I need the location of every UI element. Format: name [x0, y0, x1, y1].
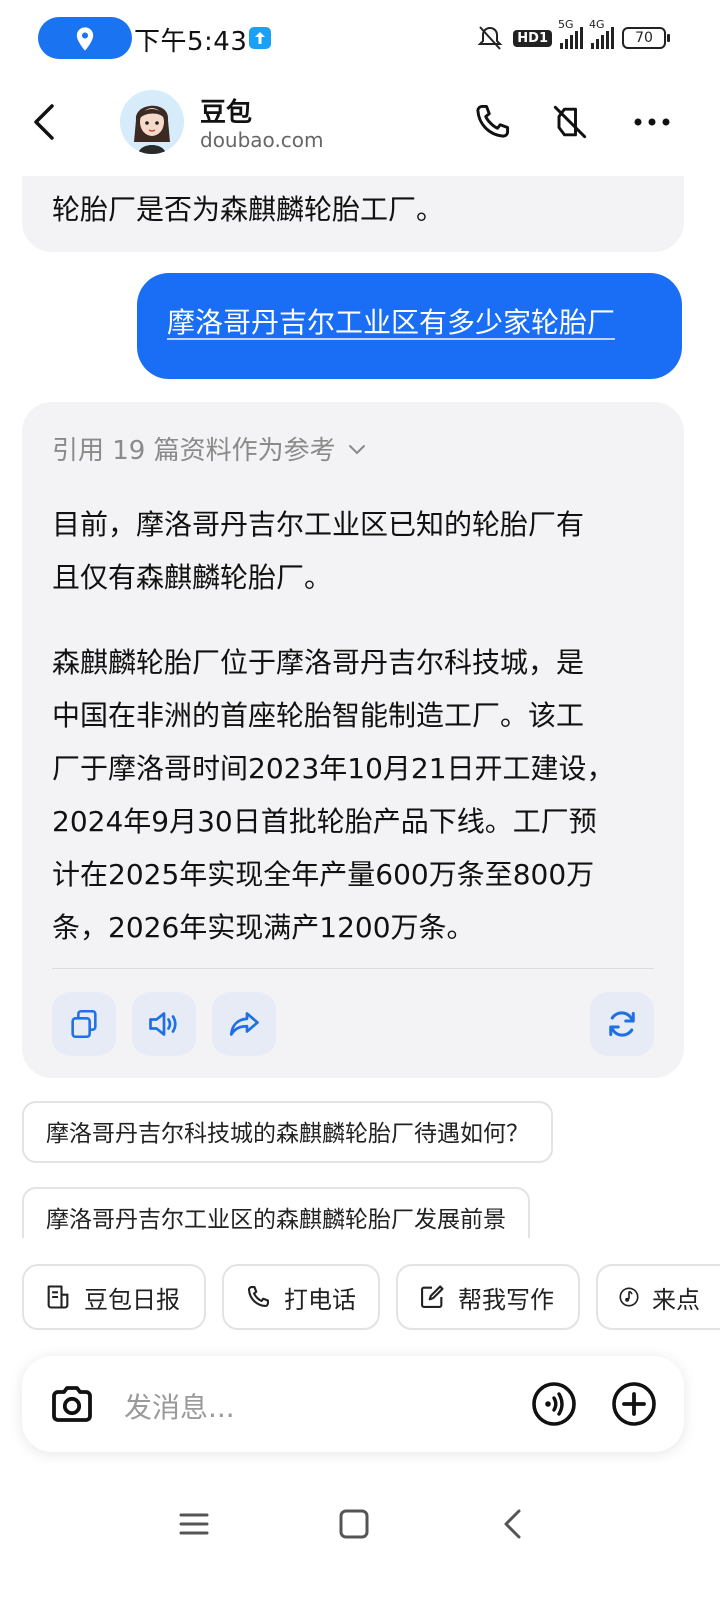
chip-label: 帮我写作 [458, 1285, 554, 1314]
clock: 下午5:43 [134, 27, 248, 57]
bot-domain: doubao.com [200, 128, 324, 152]
avatar[interactable] [120, 90, 184, 154]
read-aloud-button[interactable] [132, 992, 196, 1056]
answer-line: 条，2026年实现满产1200万条。 [52, 911, 475, 944]
chip-label: 豆包日报 [84, 1285, 180, 1314]
back-button[interactable] [28, 100, 64, 144]
regenerate-button[interactable] [590, 992, 654, 1056]
battery-indicator: 70 [622, 27, 670, 49]
speaker-muted-icon [553, 105, 587, 139]
chip-label: 打电话 [284, 1285, 356, 1314]
newspaper-icon [47, 1285, 69, 1309]
copy-button[interactable] [52, 992, 116, 1056]
mute-button[interactable] [548, 100, 592, 144]
chip-music[interactable]: 来点 [596, 1264, 720, 1330]
menu-nav-button[interactable] [174, 1504, 214, 1544]
answer-line: 2024年9月30日首批轮胎产品下线。工厂预 [52, 805, 597, 838]
phone-icon [247, 1286, 269, 1308]
back-nav-button[interactable] [494, 1504, 534, 1544]
voice-button[interactable] [530, 1380, 578, 1428]
call-button[interactable] [470, 100, 514, 144]
camera-icon [52, 1386, 92, 1422]
message-input-bar: 发消息... [22, 1356, 684, 1452]
upload-arrow-icon [249, 27, 271, 49]
answer-line: 目前，摩洛哥丹吉尔工业区已知的轮胎厂有 [52, 508, 585, 541]
share-arrow-icon [229, 1012, 259, 1036]
voice-wave-icon [532, 1382, 576, 1426]
refresh-icon [609, 1011, 635, 1037]
camera-button[interactable] [48, 1380, 96, 1428]
add-button[interactable] [610, 1380, 658, 1428]
signal-5g-icon: 5G [558, 18, 583, 49]
chip-help-write[interactable]: 帮我写作 [396, 1264, 580, 1330]
share-button[interactable] [212, 992, 276, 1056]
references-label: 引用 19 篇资料作为参考 [52, 436, 336, 466]
square-home-icon [339, 1509, 369, 1539]
home-nav-button[interactable] [334, 1504, 374, 1544]
more-horizontal-icon [634, 118, 670, 126]
suggested-question[interactable]: 摩洛哥丹吉尔科技城的森麒麟轮胎厂待遇如何？ [22, 1101, 553, 1163]
answer-line: 厂于摩洛哥时间2023年10月21日开工建设， [52, 752, 615, 785]
copy-icon [71, 1009, 97, 1039]
system-navigation-bar [0, 1480, 720, 1580]
chevron-left-icon [504, 1509, 521, 1539]
signal-4g-icon: 4G [589, 18, 614, 49]
message-input[interactable]: 发消息... [124, 1386, 235, 1426]
speaker-icon [149, 1012, 177, 1036]
divider [52, 968, 654, 969]
answer-line: 计在2025年实现全年产量600万条至800万 [52, 858, 595, 891]
chat-header: 豆包 doubao.com [0, 84, 720, 174]
hd-badge: HD1 [513, 29, 552, 47]
status-icons: HD1 5G 4G 70 [475, 18, 670, 53]
bot-answer-card: 引用 19 篇资料作为参考 目前，摩洛哥丹吉尔工业区已知的轮胎厂有 且仅有森麒麟… [22, 402, 684, 1078]
chip-phone-call[interactable]: 打电话 [222, 1264, 380, 1330]
previous-message-text: 轮胎厂是否为森麒麟轮胎工厂。 [52, 193, 445, 226]
status-bar: 下午5:43 HD1 5G 4G 70 [0, 0, 720, 76]
chip-daily-report[interactable]: 豆包日报 [22, 1264, 206, 1330]
location-indicator[interactable] [38, 17, 132, 59]
edit-icon [421, 1285, 444, 1308]
bot-name: 豆包 [200, 98, 253, 128]
references-toggle[interactable]: 引用 19 篇资料作为参考 [52, 430, 368, 467]
more-options-button[interactable] [630, 100, 674, 144]
menu-icon [179, 1513, 209, 1535]
music-note-icon [619, 1287, 639, 1307]
chip-label: 来点 [652, 1285, 700, 1314]
chevron-left-icon [34, 104, 54, 140]
phone-icon [476, 104, 510, 138]
answer-line: 中国在非洲的首座轮胎智能制造工厂。该工 [52, 699, 585, 732]
location-pin-icon [76, 27, 94, 51]
bot-avatar-icon [120, 90, 184, 154]
user-message-text: 摩洛哥丹吉尔工业区有多少家轮胎厂 [167, 306, 616, 339]
plus-circle-icon [612, 1382, 656, 1426]
user-message[interactable]: 摩洛哥丹吉尔工业区有多少家轮胎厂 [137, 273, 682, 379]
mute-bell-icon [477, 26, 503, 50]
answer-paragraph-2: 森麒麟轮胎厂位于摩洛哥丹吉尔科技城，是 中国在非洲的首座轮胎智能制造工厂。该工 … [52, 636, 652, 954]
answer-line: 且仅有森麒麟轮胎厂。 [52, 561, 333, 594]
answer-paragraph-1: 目前，摩洛哥丹吉尔工业区已知的轮胎厂有 且仅有森麒麟轮胎厂。 [52, 498, 652, 604]
answer-line: 森麒麟轮胎厂位于摩洛哥丹吉尔科技城，是 [52, 646, 585, 679]
chevron-down-icon [348, 444, 365, 454]
